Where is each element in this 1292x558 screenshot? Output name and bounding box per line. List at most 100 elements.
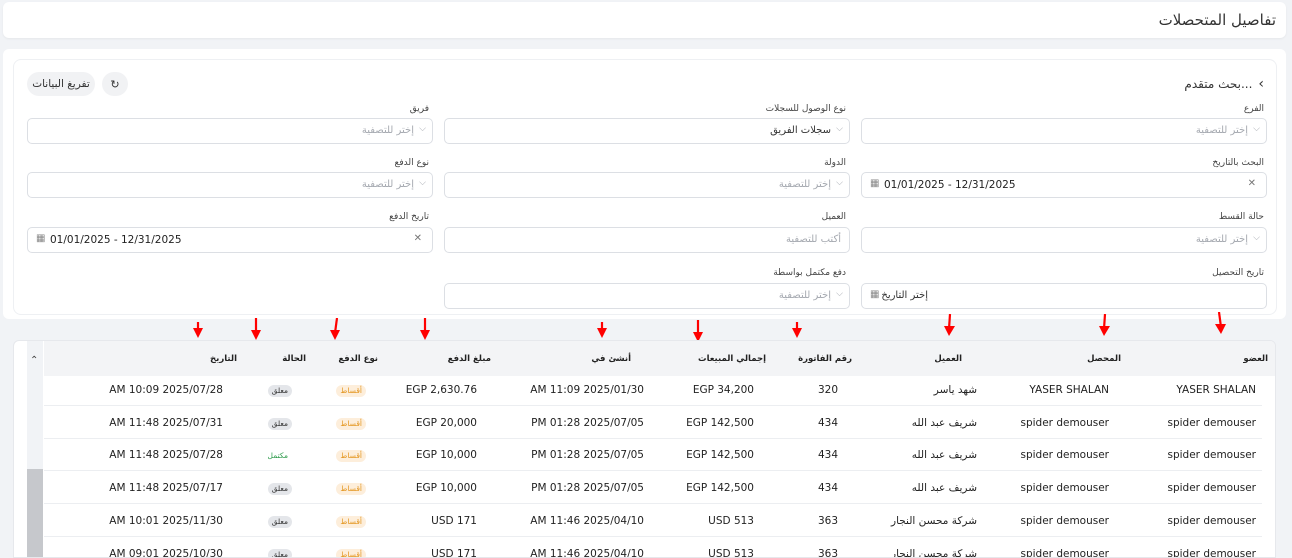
table-header: العضو المحصل العميل رقم الفاتورة إجمالي … <box>44 341 1275 376</box>
collection-date-label: تاريخ التحصيل <box>1212 268 1264 278</box>
completed-by-select[interactable]: ⌵ إختر للتصفية <box>444 283 850 309</box>
table-row[interactable]: spider demouser spider demouser شركة محسن … <box>44 539 1262 558</box>
col-payment-type[interactable]: نوع الدفع <box>338 354 378 364</box>
cell-payment-amount: USD 171 <box>431 514 477 527</box>
cell-client: شريف عبد الله <box>911 416 977 429</box>
team-placeholder: إختر للتصفية <box>361 125 414 136</box>
date-search-range[interactable]: ✕ ▦ 01/01/2025 - 12/31/2025 <box>861 172 1267 198</box>
chevron-down-icon: ⌵ <box>1253 124 1260 134</box>
advanced-search-panel: بحث متقدم... ‹ تفريغ البيانات ↻ الفرع ⌵ … <box>13 59 1277 315</box>
records-access-select[interactable]: ⌵ سجلات الفريق <box>444 118 850 144</box>
cell-invoice-number: 434 <box>817 449 838 462</box>
cell-client: شركة محسن النجار <box>891 547 977 558</box>
col-status[interactable]: الحالة <box>282 354 306 364</box>
installment-status-placeholder: إختر للتصفية <box>1195 234 1248 245</box>
cell-date: 2025/11/30 10:01 AM <box>109 514 223 527</box>
cell-created-at: 2025/01/30 11:09 AM <box>530 384 644 396</box>
cell-payment-amount: EGP 20,000 <box>415 416 477 429</box>
refresh-icon: ↻ <box>110 77 120 91</box>
completed-by-label: دفع مكتمل بواسطة <box>773 268 846 278</box>
cell-invoice-number: 363 <box>817 514 838 527</box>
calendar-icon: ▦ <box>36 233 46 244</box>
col-invoice-number[interactable]: رقم الفاتورة <box>798 354 852 364</box>
payment-type-select[interactable]: ⌵ إختر للتصفية <box>27 172 433 198</box>
cell-payment-amount: EGP 2,630.76 <box>405 384 477 396</box>
cell-invoice-number: 320 <box>817 384 838 396</box>
table-row[interactable]: YASER SHALAN YASER SHALAN شهد ياسر 320 EGP 3… <box>44 376 1262 406</box>
payment-date-range[interactable]: ✕ ▦ 01/01/2025 - 12/31/2025 <box>27 227 433 253</box>
scroll-up-icon[interactable]: ⌃ <box>30 355 38 366</box>
cell-sales-total: EGP 142,500 <box>686 482 754 495</box>
col-collector[interactable]: المحصل <box>1087 354 1121 364</box>
payment-type-badge: أقساط <box>336 515 366 528</box>
page-header: تفاصيل المتحصلات <box>3 2 1286 38</box>
table-row[interactable]: spider demouser spider demouser شريف عبد ا… <box>44 408 1262 439</box>
branch-select[interactable]: ⌵ إختر للتصفية <box>861 118 1267 144</box>
cell-collector: YASER SHALAN <box>1029 384 1109 396</box>
branch-placeholder: إختر للتصفية <box>1195 125 1248 136</box>
cell-sales-total: USD 513 <box>708 514 754 527</box>
cell-invoice-number: 434 <box>817 416 838 429</box>
cell-created-at: 2025/04/10 11:46 AM <box>530 514 644 527</box>
cell-collector: spider demouser <box>1020 514 1109 527</box>
client-input[interactable]: أكتب للتصفية <box>444 227 850 253</box>
payment-type-label: نوع الدفع <box>394 158 429 168</box>
red-arrow-icon <box>420 318 430 340</box>
cell-date: 2025/07/17 11:48 AM <box>109 482 223 495</box>
cell-created-at: 2025/04/10 11:46 AM <box>530 547 644 558</box>
status-badge: معلق <box>267 417 292 430</box>
chevron-down-icon: ⌵ <box>836 124 843 134</box>
scrollbar-thumb[interactable] <box>27 469 43 557</box>
payment-type-placeholder: إختر للتصفية <box>361 179 414 190</box>
table-row[interactable]: spider demouser spider demouser شركة محسن … <box>44 506 1262 537</box>
cell-created-at: 2025/07/05 01:28 PM <box>531 416 644 429</box>
collection-date-picker[interactable]: إختر التاريخ ▦ <box>861 283 1267 309</box>
status-badge: معلق <box>267 548 292 557</box>
cell-client: شركة محسن النجار <box>891 514 977 527</box>
cell-member: spider demouser <box>1167 547 1256 558</box>
refresh-button[interactable]: ↻ <box>102 72 128 96</box>
cell-collector: spider demouser <box>1020 547 1109 558</box>
col-date[interactable]: التاريخ <box>210 354 237 364</box>
table-row[interactable]: spider demouser spider demouser شريف عبد ا… <box>44 441 1262 472</box>
payment-type-badge: أقساط <box>336 450 366 463</box>
country-placeholder: إختر للتصفية <box>778 179 831 190</box>
payment-type-badge: أقساط <box>336 385 366 397</box>
records-access-label: نوع الوصول للسجلات <box>765 104 846 114</box>
cell-created-at: 2025/07/05 01:28 PM <box>531 449 644 462</box>
cell-client: شريف عبد الله <box>911 449 977 462</box>
cell-member: spider demouser <box>1167 449 1256 462</box>
col-sales-total[interactable]: إجمالي المبيعات <box>698 354 766 364</box>
clear-icon[interactable]: ✕ <box>414 233 422 244</box>
clear-icon[interactable]: ✕ <box>1248 178 1256 189</box>
col-client[interactable]: العميل <box>934 354 962 364</box>
payment-date-label: تاريخ الدفع <box>389 212 429 222</box>
chevron-down-icon: ⌵ <box>836 289 843 299</box>
col-payment-amount[interactable]: مبلغ الدفع <box>448 354 491 364</box>
col-created-at[interactable]: أنشئ في <box>591 354 631 364</box>
team-select[interactable]: ⌵ إختر للتصفية <box>27 118 433 144</box>
status-badge: معلق <box>267 483 292 496</box>
cell-date: 2025/07/28 11:48 AM <box>109 449 223 462</box>
page-title: تفاصيل المتحصلات <box>1158 11 1276 29</box>
advanced-search-label: بحث متقدم... <box>1184 77 1253 91</box>
cell-sales-total: EGP 34,200 <box>692 384 754 396</box>
calendar-icon: ▦ <box>870 289 880 300</box>
table-row[interactable]: spider demouser spider demouser شريف عبد ا… <box>44 474 1262 505</box>
cell-payment-amount: EGP 10,000 <box>415 482 477 495</box>
client-label: العميل <box>821 212 846 222</box>
cell-invoice-number: 434 <box>817 482 838 495</box>
chevron-down-icon: ⌵ <box>419 124 426 134</box>
advanced-search-toggle[interactable]: بحث متقدم... ‹ <box>1184 76 1264 92</box>
clear-data-button[interactable]: تفريغ البيانات <box>27 72 95 96</box>
country-label: الدولة <box>824 158 846 168</box>
chevron-down-icon: ⌵ <box>419 178 426 188</box>
cell-member: YASER SHALAN <box>1176 384 1256 396</box>
payment-type-badge: أقساط <box>336 548 366 557</box>
col-member[interactable]: العضو <box>1243 354 1268 364</box>
installment-status-select[interactable]: ⌵ إختر للتصفية <box>861 227 1267 253</box>
cell-collector: spider demouser <box>1020 416 1109 429</box>
country-select[interactable]: ⌵ إختر للتصفية <box>444 172 850 198</box>
completed-by-placeholder: إختر للتصفية <box>778 290 831 301</box>
cell-sales-total: EGP 142,500 <box>686 416 754 429</box>
